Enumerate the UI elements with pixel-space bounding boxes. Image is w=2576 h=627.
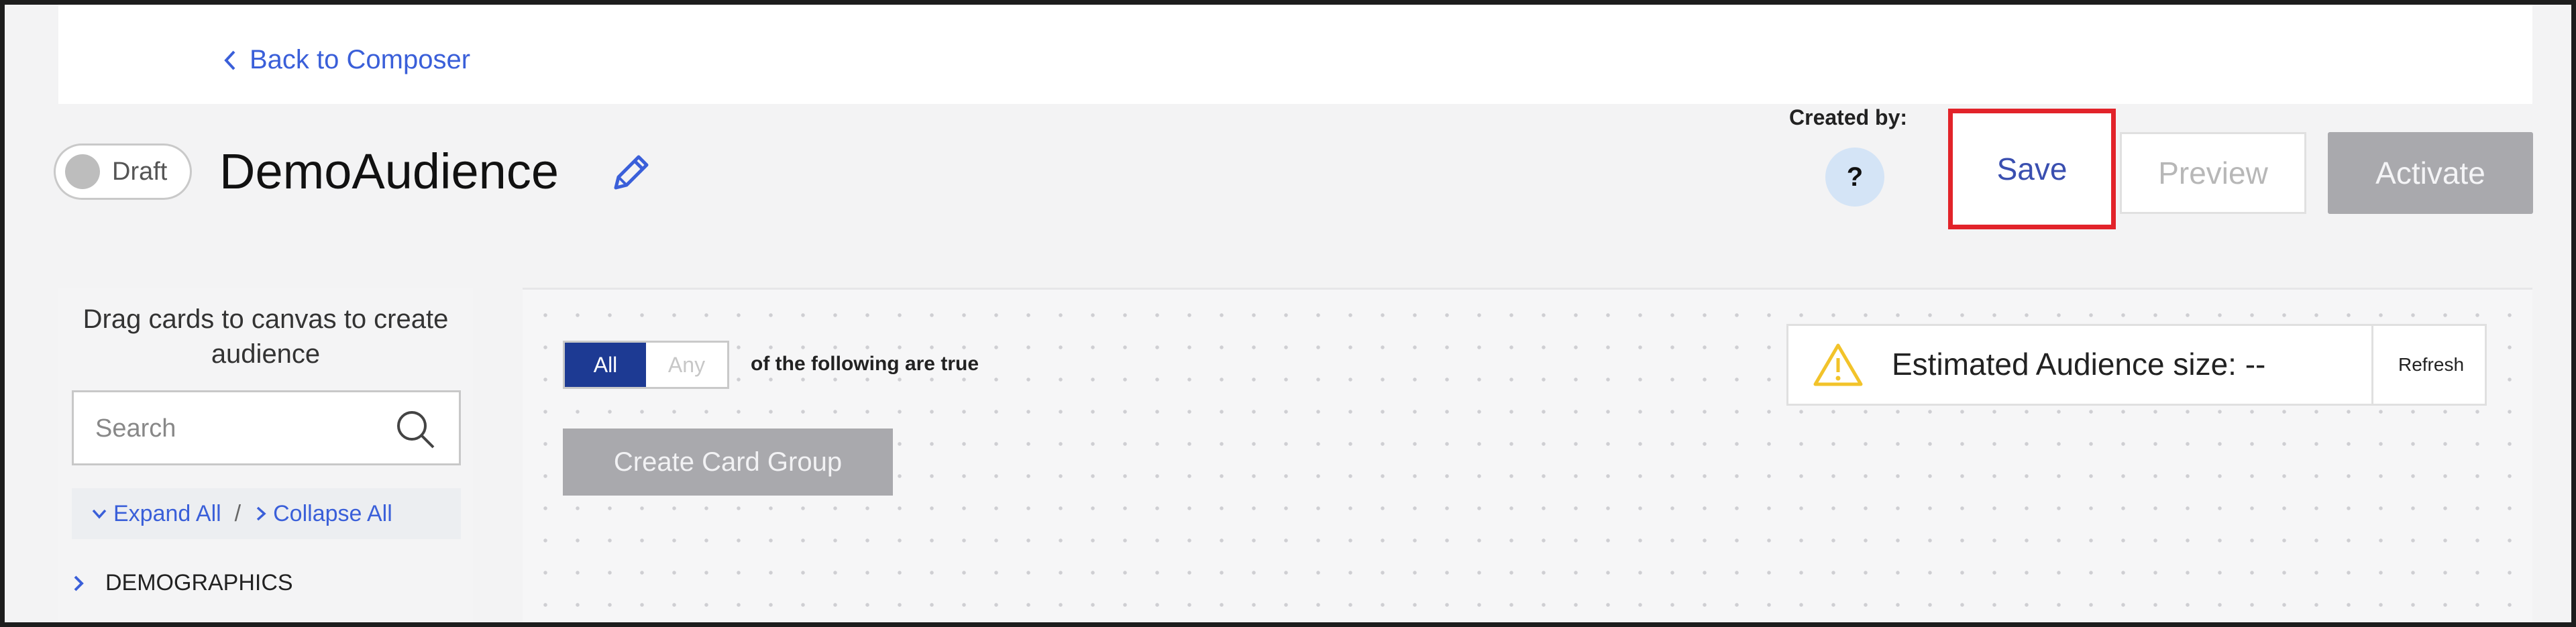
status-label: Draft [112, 157, 168, 186]
collapse-all-label: Collapse All [273, 500, 392, 526]
condition-text: of the following are true [751, 353, 979, 375]
card-library-panel: Drag cards to canvas to create audience … [58, 288, 473, 622]
search-icon[interactable] [393, 407, 437, 451]
status-toggle[interactable]: Draft [54, 144, 192, 200]
category-demographics[interactable]: DEMOGRAPHICS [72, 570, 293, 596]
match-any-option[interactable]: Any [646, 343, 727, 387]
warning-icon [1813, 343, 1863, 386]
match-all-option[interactable]: All [565, 343, 646, 387]
created-by-label: Created by: [1789, 105, 1908, 129]
audience-estimate-box: Estimated Audience size: -- Refresh [1786, 324, 2487, 406]
activate-button[interactable]: Activate [2328, 132, 2533, 214]
toggle-knob [65, 154, 100, 189]
pencil-icon[interactable] [606, 149, 655, 197]
category-label: DEMOGRAPHICS [105, 570, 293, 595]
separator: / [234, 500, 241, 526]
back-label: Back to Composer [250, 45, 471, 74]
estimate-label: Estimated Audience size: -- [1892, 347, 2266, 382]
match-toggle: All Any [563, 341, 729, 389]
app-window: Back to Composer Draft DemoAudience Crea… [5, 5, 2571, 622]
top-bar: Back to Composer [58, 5, 2532, 104]
expand-all-label: Expand All [113, 500, 221, 526]
save-button[interactable]: Save [1948, 109, 2116, 229]
panel-hint: Drag cards to canvas to create audience [83, 304, 449, 369]
chevron-right-icon [74, 575, 84, 591]
collapse-all-button[interactable]: Collapse All [254, 501, 392, 527]
back-to-composer-link[interactable]: Back to Composer [223, 45, 470, 75]
expand-all-button[interactable]: Expand All [91, 501, 221, 527]
search-input[interactable] [94, 392, 378, 465]
audience-canvas[interactable]: All Any of the following are true Create… [523, 288, 2532, 622]
preview-button[interactable]: Preview [2120, 132, 2306, 214]
search-field[interactable] [72, 390, 461, 465]
chevron-down-icon [92, 509, 107, 519]
refresh-button[interactable]: Refresh [2371, 326, 2489, 404]
chevron-left-icon [224, 50, 235, 70]
expand-collapse-bar: Expand All / Collapse All [72, 488, 461, 539]
create-card-group-button[interactable]: Create Card Group [563, 429, 893, 496]
chevron-right-icon [256, 506, 266, 521]
creator-avatar[interactable]: ? [1825, 148, 1884, 207]
page-title: DemoAudience [219, 144, 559, 199]
